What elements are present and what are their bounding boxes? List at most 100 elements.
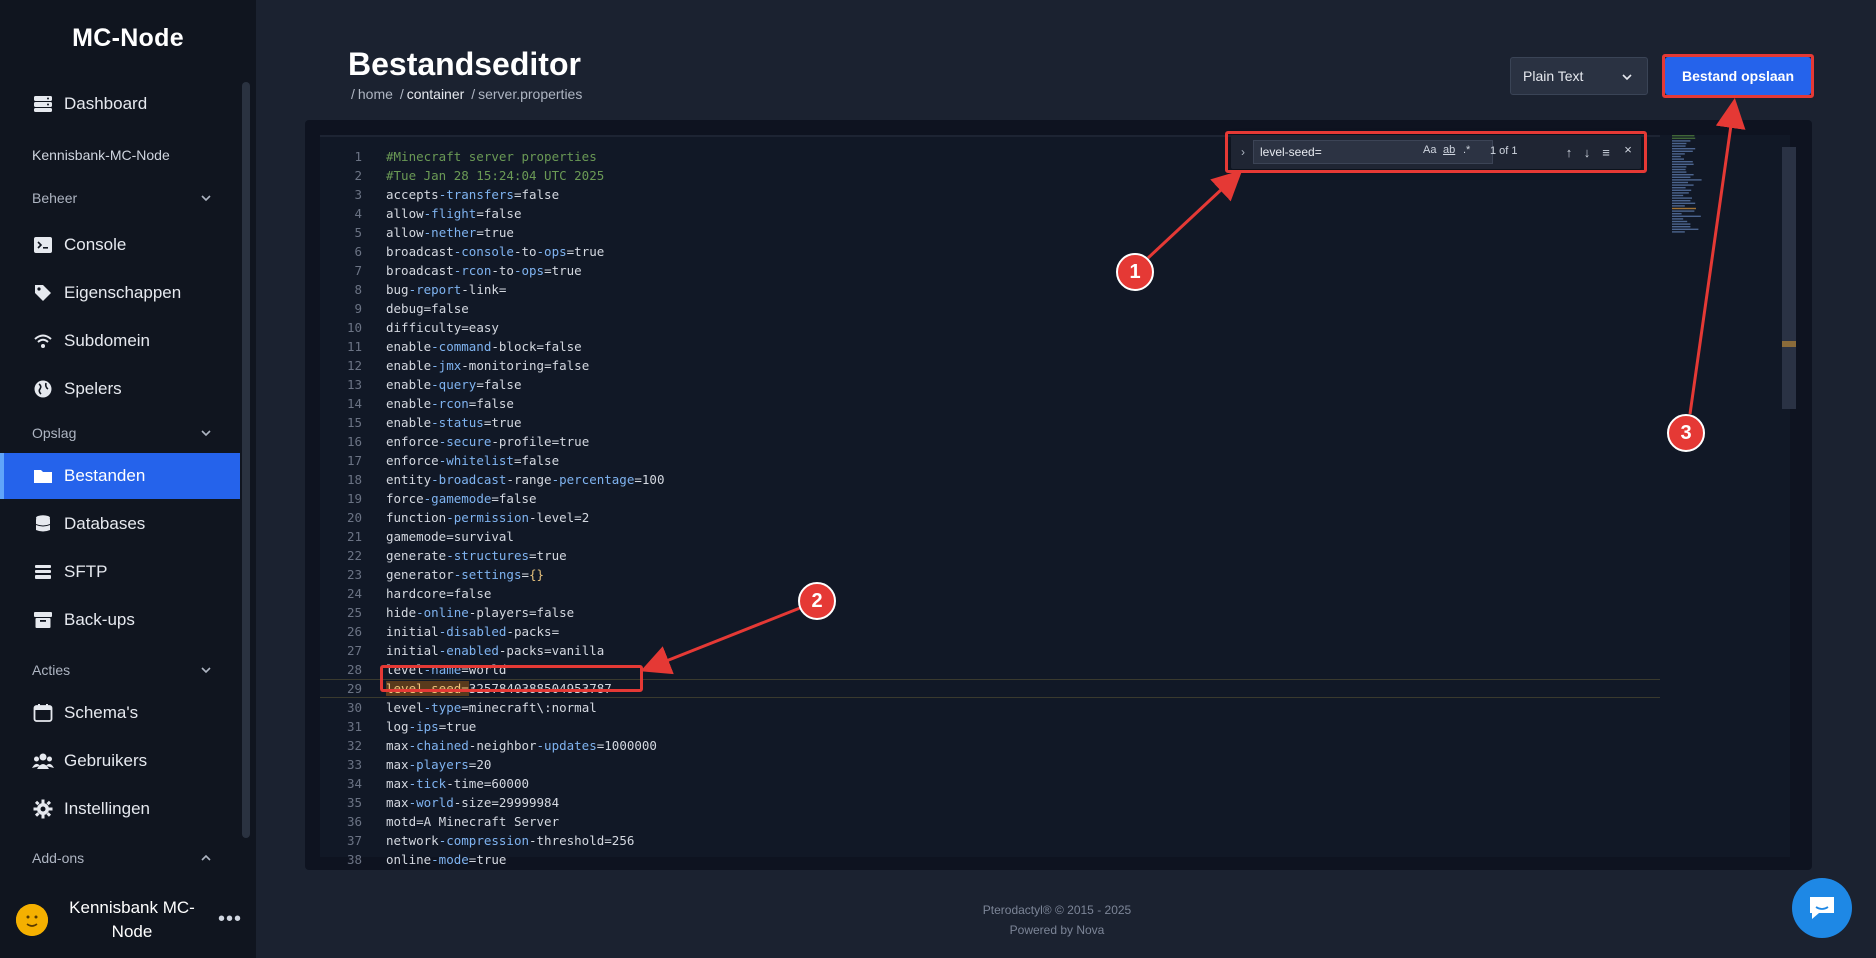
- editor-viewport[interactable]: 1 #Minecraft server properties 2 #Tue Jan 2…: [320, 135, 1796, 867]
- minimap-line: [1672, 200, 1691, 202]
- code-line[interactable]: 13 enable-query=false: [320, 375, 1660, 394]
- section-addons[interactable]: Add-ons: [32, 850, 212, 866]
- toggle-replace-icon[interactable]: ›: [1235, 145, 1251, 159]
- code-line[interactable]: 15 enable-status=true: [320, 413, 1660, 432]
- minimap-line: [1672, 161, 1693, 163]
- code-line[interactable]: 19 force-gamemode=false: [320, 489, 1660, 508]
- code-line[interactable]: 33 max-players=20: [320, 755, 1660, 774]
- search-match-marker: [1782, 341, 1796, 347]
- avatar[interactable]: [16, 904, 48, 936]
- find-input[interactable]: [1253, 140, 1493, 164]
- sidebar-item-eigenschappen[interactable]: Eigenschappen: [0, 270, 240, 316]
- code-line[interactable]: 34 max-tick-time=60000: [320, 774, 1660, 793]
- code-line[interactable]: 20 function-permission-level=2: [320, 508, 1660, 527]
- regex-toggle[interactable]: .*: [1463, 144, 1470, 156]
- sidebar-item-gebruikers[interactable]: Gebruikers: [0, 738, 240, 784]
- sidebar-item-databases[interactable]: Databases: [0, 501, 240, 547]
- editor-scrollbar[interactable]: [1782, 147, 1796, 409]
- previous-match-icon[interactable]: ↑: [1560, 142, 1578, 162]
- minimap-line: [1672, 158, 1684, 160]
- code-line[interactable]: 16 enforce-secure-profile=true: [320, 432, 1660, 451]
- sidebar-item-label: Spelers: [64, 379, 122, 398]
- line-number: 35: [346, 795, 362, 810]
- minimap-line: [1672, 210, 1695, 212]
- sidebar-item-console[interactable]: Console: [0, 222, 240, 268]
- code-line[interactable]: 14 enable-rcon=false: [320, 394, 1660, 413]
- code-line[interactable]: 9 debug=false: [320, 299, 1660, 318]
- breadcrumb-container[interactable]: container: [407, 86, 465, 102]
- org-name: Kennisbank-MC-Node: [32, 147, 170, 163]
- code-line[interactable]: 6 broadcast-console-to-ops=true: [320, 242, 1660, 261]
- code-line[interactable]: 4 allow-flight=false: [320, 204, 1660, 223]
- whole-word-toggle[interactable]: ab: [1443, 144, 1455, 156]
- syntax-mode-select[interactable]: Plain Text: [1510, 57, 1648, 95]
- minimap-line: [1672, 142, 1687, 145]
- footer-copyright: Pterodactyl® © 2015 - 2025: [982, 903, 1132, 917]
- find-in-selection-icon[interactable]: ≡: [1597, 142, 1615, 162]
- minimap-line: [1672, 171, 1687, 173]
- next-match-icon[interactable]: ↓: [1578, 142, 1596, 162]
- minimap-line: [1672, 179, 1702, 181]
- code-line[interactable]: 37 network-compression-threshold=256: [320, 831, 1660, 850]
- code-line[interactable]: 29 level-seed=3257840388504953787: [320, 679, 1660, 698]
- code-line[interactable]: 23 generator-settings={}: [320, 565, 1660, 584]
- annotation-badge-3: 3: [1667, 414, 1705, 452]
- code-line[interactable]: 3 accepts-transfers=false: [320, 185, 1660, 204]
- minimap-line: [1672, 166, 1687, 168]
- sidebar-item-backups[interactable]: Back-ups: [0, 597, 240, 643]
- line-text: log-ips=true: [386, 719, 477, 734]
- line-number: 16: [346, 434, 362, 449]
- sidebar-item-sftp[interactable]: SFTP: [0, 549, 240, 595]
- code-line[interactable]: 11 enable-command-block=false: [320, 337, 1660, 356]
- code-line[interactable]: 17 enforce-whitelist=false: [320, 451, 1660, 470]
- chat-button[interactable]: [1792, 878, 1852, 938]
- breadcrumb-home[interactable]: home: [358, 86, 393, 102]
- minimap-line: [1672, 168, 1686, 171]
- code-line[interactable]: 18 entity-broadcast-range-percentage=100: [320, 470, 1660, 489]
- user-menu[interactable]: Kennisbank MC- Node •••: [0, 890, 256, 958]
- code-line[interactable]: 28 level-name=world: [320, 660, 1660, 679]
- code-line[interactable]: 5 allow-nether=true: [320, 223, 1660, 242]
- code-line[interactable]: 36 motd=A Minecraft Server: [320, 812, 1660, 831]
- sidebar-item-spelers[interactable]: Spelers: [0, 366, 240, 412]
- annotation-badge-1: 1: [1116, 253, 1154, 291]
- brand-logo[interactable]: MC-Node: [0, 24, 256, 53]
- code-line[interactable]: 7 broadcast-rcon-to-ops=true: [320, 261, 1660, 280]
- editor-minimap[interactable]: [1672, 135, 1712, 275]
- code-line[interactable]: 8 bug-report-link=: [320, 280, 1660, 299]
- code-line[interactable]: 24 hardcore=false: [320, 584, 1660, 603]
- code-line[interactable]: 30 level-type=minecraft\:normal: [320, 698, 1660, 717]
- section-beheer[interactable]: Beheer: [32, 190, 212, 206]
- code-line[interactable]: 22 generate-structures=true: [320, 546, 1660, 565]
- code-line[interactable]: 25 hide-online-players=false: [320, 603, 1660, 622]
- sidebar-item-subdomein[interactable]: Subdomein: [0, 318, 240, 364]
- line-text: #Minecraft server properties: [386, 149, 597, 164]
- code-line[interactable]: 31 log-ips=true: [320, 717, 1660, 736]
- line-text: #Tue Jan 28 15:24:04 UTC 2025: [386, 168, 605, 183]
- close-icon[interactable]: ×: [1619, 139, 1637, 159]
- sidebar-item-schemas[interactable]: Schema's: [0, 690, 240, 736]
- code-line[interactable]: 27 initial-enabled-packs=vanilla: [320, 641, 1660, 660]
- sidebar-item-bestanden[interactable]: Bestanden: [0, 453, 240, 499]
- sidebar-item-dashboard[interactable]: Dashboard: [0, 81, 240, 127]
- save-file-button[interactable]: Bestand opslaan: [1665, 57, 1811, 95]
- line-text: enable-query=false: [386, 377, 522, 392]
- section-acties[interactable]: Acties: [32, 662, 212, 678]
- match-case-toggle[interactable]: Aa: [1423, 144, 1436, 156]
- line-number: 25: [346, 605, 362, 620]
- more-options-icon[interactable]: •••: [218, 908, 242, 931]
- sidebar-scrollbar[interactable]: [242, 82, 250, 838]
- sidebar-item-instellingen[interactable]: Instellingen: [0, 786, 240, 832]
- code-line[interactable]: 26 initial-disabled-packs=: [320, 622, 1660, 641]
- code-line[interactable]: 32 max-chained-neighbor-updates=1000000: [320, 736, 1660, 755]
- code-line[interactable]: 35 max-world-size=29999984: [320, 793, 1660, 812]
- minimap-line: [1672, 189, 1692, 191]
- line-number: 18: [346, 472, 362, 487]
- section-opslag[interactable]: Opslag: [32, 425, 212, 441]
- code-line[interactable]: 38 online-mode=true: [320, 850, 1660, 869]
- code-line[interactable]: 12 enable-jmx-monitoring=false: [320, 356, 1660, 375]
- code-line[interactable]: 10 difficulty=easy: [320, 318, 1660, 337]
- code-line[interactable]: 21 gamemode=survival: [320, 527, 1660, 546]
- line-text: broadcast-console-to-ops=true: [386, 244, 605, 259]
- code-editor[interactable]: 1 #Minecraft server properties 2 #Tue Jan 2…: [305, 120, 1812, 870]
